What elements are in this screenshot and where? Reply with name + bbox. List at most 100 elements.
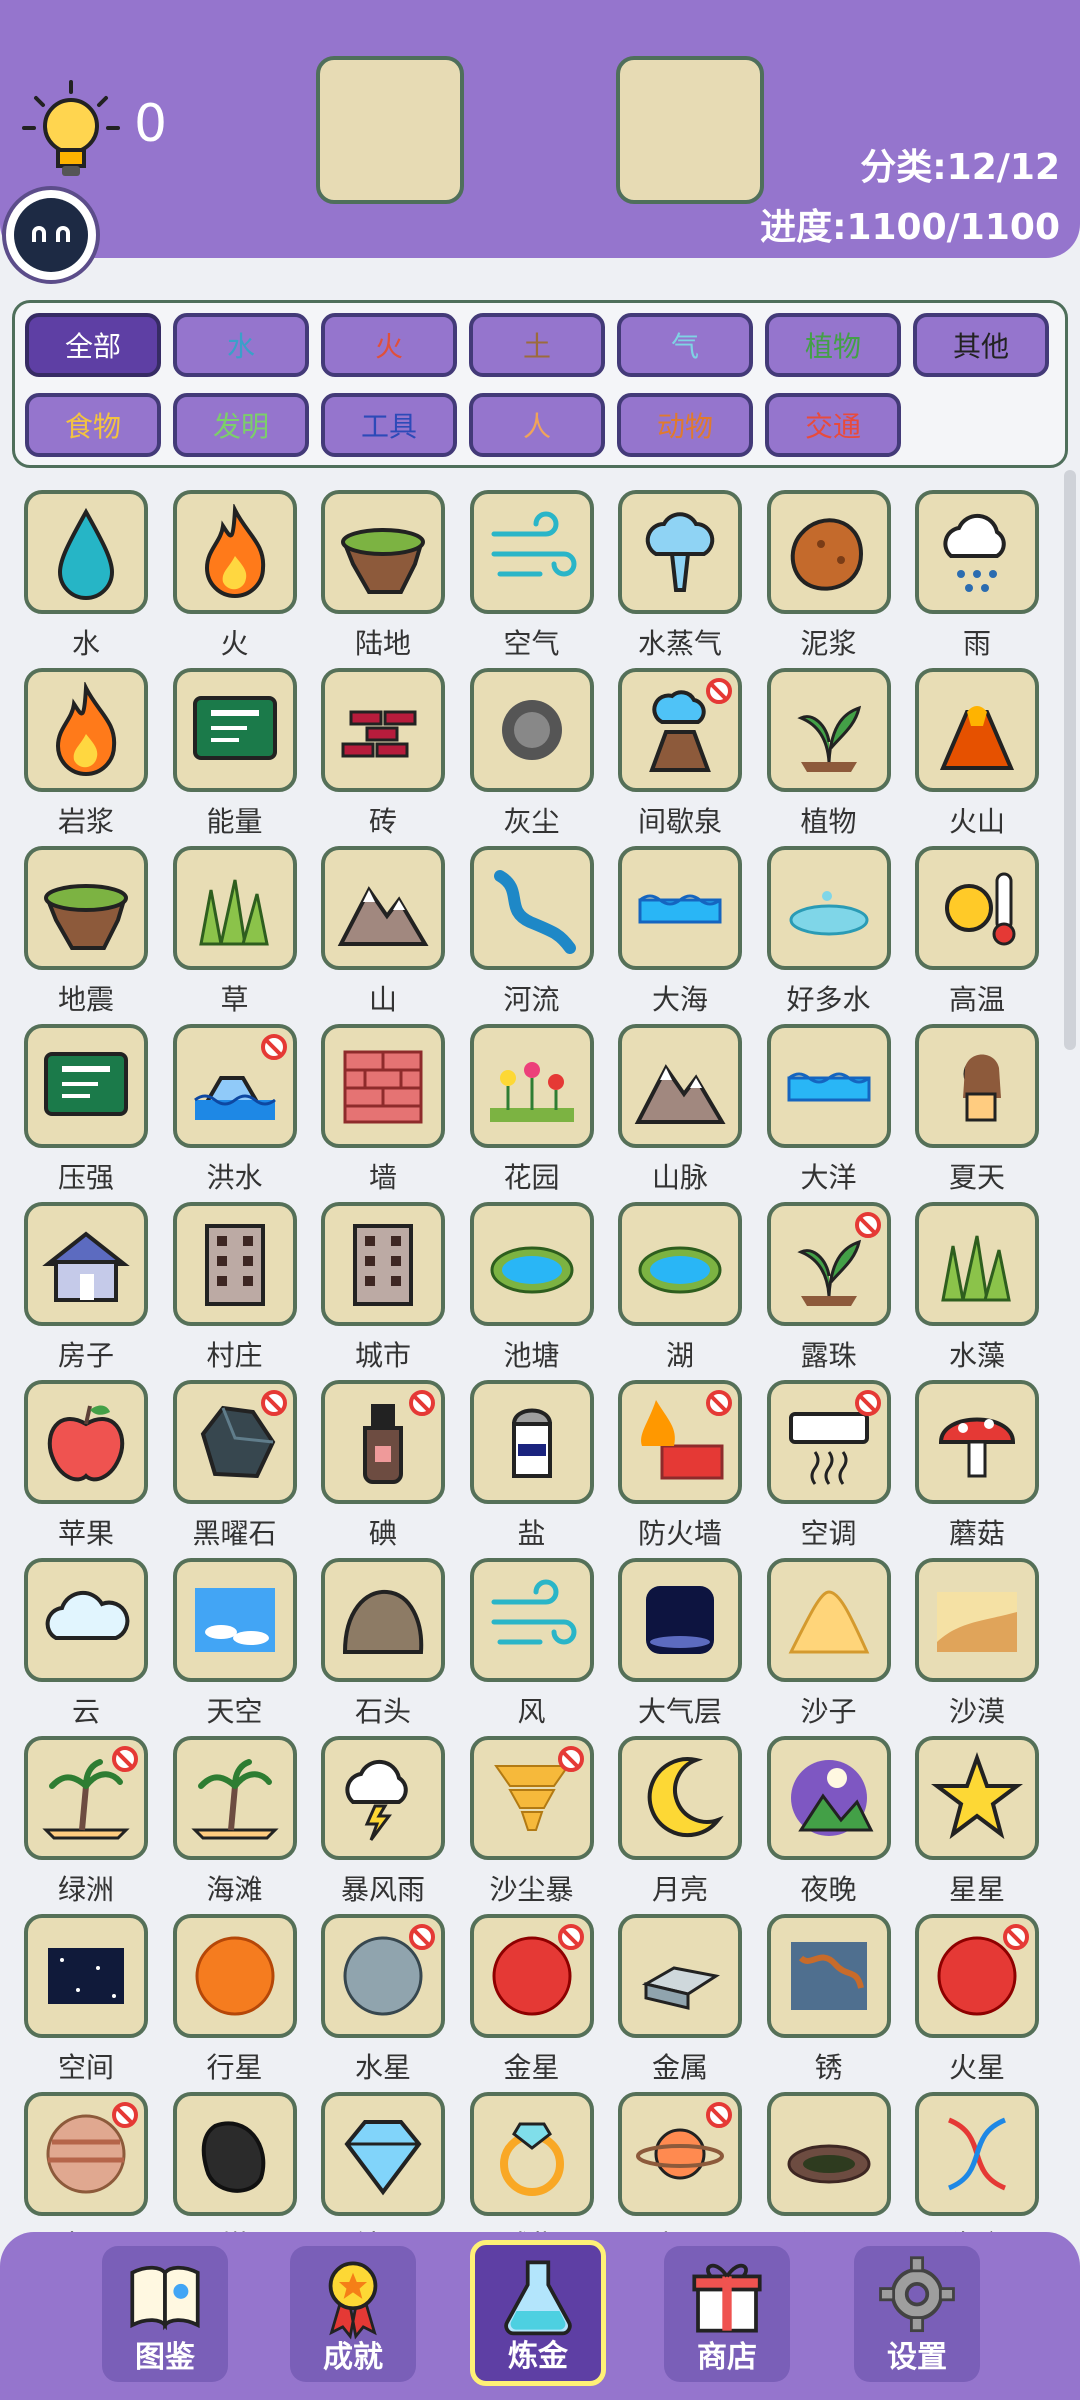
element-tile[interactable]: [24, 1736, 148, 1860]
element-tile[interactable]: [618, 490, 742, 614]
element-card[interactable]: 房子: [12, 1188, 160, 1372]
nav-item[interactable]: 炼金: [470, 2240, 606, 2386]
element-card[interactable]: 金星: [458, 1900, 606, 2084]
element-card[interactable]: 空调: [755, 1366, 903, 1550]
element-card[interactable]: 间歇泉: [606, 654, 754, 838]
element-card[interactable]: 暴风雨: [309, 1722, 457, 1906]
element-tile[interactable]: [766, 1558, 891, 1682]
category-tab[interactable]: 水: [173, 313, 309, 377]
element-tile[interactable]: [766, 1202, 891, 1326]
element-tile[interactable]: [766, 490, 891, 614]
element-card[interactable]: 灰尘: [458, 654, 606, 838]
element-card[interactable]: 锈: [755, 1900, 903, 2084]
category-tab[interactable]: 植物: [765, 313, 901, 377]
element-tile[interactable]: [172, 1380, 297, 1504]
category-tab[interactable]: 其他: [913, 313, 1049, 377]
element-tile[interactable]: [618, 846, 742, 970]
element-tile[interactable]: [618, 1380, 742, 1504]
element-card[interactable]: 沙子: [755, 1544, 903, 1728]
element-card[interactable]: 蘑菇: [903, 1366, 1051, 1550]
category-tab[interactable]: 工具: [321, 393, 457, 457]
element-tile[interactable]: [766, 668, 891, 792]
element-card[interactable]: 花园: [458, 1010, 606, 1194]
element-tile[interactable]: [469, 668, 594, 792]
element-card[interactable]: 空间: [12, 1900, 160, 2084]
element-tile[interactable]: [766, 1736, 891, 1860]
element-card[interactable]: 水蒸气: [606, 476, 754, 660]
element-tile[interactable]: [618, 1914, 742, 2038]
element-card[interactable]: 沙尘暴: [458, 1722, 606, 1906]
element-tile[interactable]: [915, 1202, 1039, 1326]
element-card[interactable]: 月亮: [606, 1722, 754, 1906]
element-card[interactable]: 夜晚: [755, 1722, 903, 1906]
element-card[interactable]: 木星: [12, 2078, 160, 2232]
element-card[interactable]: 大气层: [606, 1544, 754, 1728]
element-tile[interactable]: [24, 1202, 148, 1326]
combine-slot-left[interactable]: [316, 56, 464, 204]
element-tile[interactable]: [915, 2092, 1039, 2216]
element-card[interactable]: 火山: [903, 654, 1051, 838]
element-tile[interactable]: [321, 668, 445, 792]
element-tile[interactable]: [618, 1202, 742, 1326]
element-card[interactable]: 河流: [458, 832, 606, 1016]
element-tile[interactable]: [766, 2092, 891, 2216]
element-card[interactable]: 高温: [903, 832, 1051, 1016]
element-tile[interactable]: [469, 1202, 594, 1326]
element-card[interactable]: 天空: [161, 1544, 309, 1728]
element-card[interactable]: 钻石: [309, 2078, 457, 2232]
element-card[interactable]: 水藻: [903, 1188, 1051, 1372]
element-tile[interactable]: [321, 1558, 445, 1682]
lightbulb-icon[interactable]: [22, 78, 120, 182]
element-card[interactable]: 防火墙: [606, 1366, 754, 1550]
element-card[interactable]: 水: [12, 476, 160, 660]
element-card[interactable]: 岩浆: [12, 654, 160, 838]
element-tile[interactable]: [469, 490, 594, 614]
element-tile[interactable]: [172, 2092, 297, 2216]
element-tile[interactable]: [469, 1380, 594, 1504]
element-tile[interactable]: [172, 1024, 297, 1148]
element-card[interactable]: 行星: [161, 1900, 309, 2084]
element-tile[interactable]: [618, 1736, 742, 1860]
element-tile[interactable]: [915, 1380, 1039, 1504]
category-tab[interactable]: 气: [617, 313, 753, 377]
element-card[interactable]: 好多水: [755, 832, 903, 1016]
element-card[interactable]: 能量: [161, 654, 309, 838]
element-card[interactable]: 草: [161, 832, 309, 1016]
element-tile[interactable]: [24, 1914, 148, 2038]
element-card[interactable]: 城市: [309, 1188, 457, 1372]
element-tile[interactable]: [172, 1202, 297, 1326]
element-card[interactable]: 黑曜石: [161, 1366, 309, 1550]
element-tile[interactable]: [172, 1558, 297, 1682]
element-card[interactable]: 火星: [903, 1900, 1051, 2084]
nav-item[interactable]: 商店: [664, 2246, 790, 2382]
element-card[interactable]: 露珠: [755, 1188, 903, 1372]
element-card[interactable]: 村庄: [161, 1188, 309, 1372]
element-card[interactable]: 火: [161, 476, 309, 660]
element-tile[interactable]: [172, 1914, 297, 2038]
element-card[interactable]: 绿洲: [12, 1722, 160, 1906]
element-tile[interactable]: [766, 1914, 891, 2038]
element-card[interactable]: 山: [309, 832, 457, 1016]
element-tile[interactable]: [172, 1736, 297, 1860]
element-tile[interactable]: [915, 490, 1039, 614]
element-card[interactable]: 煤: [161, 2078, 309, 2232]
category-tab[interactable]: 发明: [173, 393, 309, 457]
element-card[interactable]: 砖: [309, 654, 457, 838]
element-tile[interactable]: [469, 846, 594, 970]
element-card[interactable]: 碘: [309, 1366, 457, 1550]
element-card[interactable]: 金属: [606, 1900, 754, 2084]
element-tile[interactable]: [469, 1914, 594, 2038]
element-card[interactable]: 池塘: [458, 1188, 606, 1372]
category-tab[interactable]: 火: [321, 313, 457, 377]
element-tile[interactable]: [766, 846, 891, 970]
element-tile[interactable]: [24, 1558, 148, 1682]
element-tile[interactable]: [321, 1736, 445, 1860]
combine-slot-right[interactable]: [616, 56, 764, 204]
element-card[interactable]: 雨: [903, 476, 1051, 660]
element-tile[interactable]: [915, 1736, 1039, 1860]
category-tab[interactable]: 全部: [25, 313, 161, 377]
element-card[interactable]: 陆地: [309, 476, 457, 660]
category-tab[interactable]: 食物: [25, 393, 161, 457]
element-tile[interactable]: [24, 490, 148, 614]
element-card[interactable]: 空气: [458, 476, 606, 660]
